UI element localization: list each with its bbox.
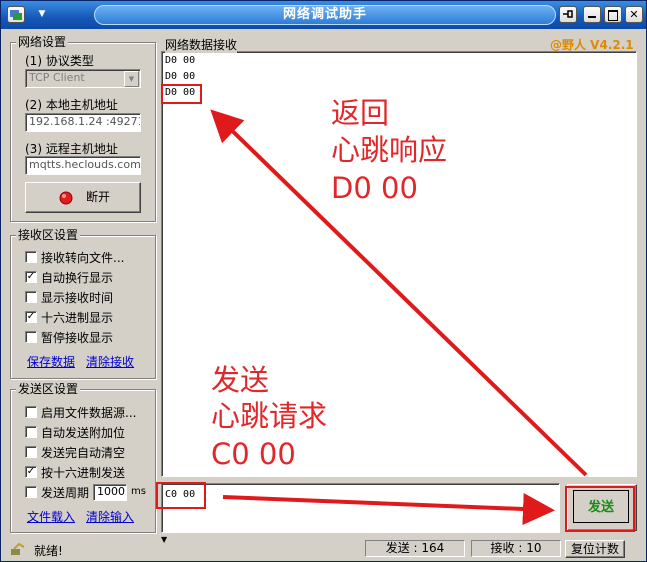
status-bar: 就绪! 发送 : 164 接收 : 10 复位计数 [1,537,646,561]
sent-count: 发送 : 164 [365,540,465,557]
recv-count: 接收 : 10 [471,540,561,557]
annotation-arrows [210,109,588,526]
arrow-to-send-button [222,493,555,526]
status-icon [11,542,25,555]
reset-count-button[interactable]: 复位计数 [565,540,625,558]
sent-count-text: 发送 : 164 [385,541,445,555]
annotation-bottom-line1: 发送 [211,363,270,397]
annotation-bottom-line2: 心跳请求 [211,399,328,433]
annotation-top-line3: D0 00 [331,171,418,205]
receive-area-title: 网络数据接收 [165,36,238,53]
annotation-top-line1: 返回 [331,96,390,130]
main-window: ▼ 网络调试助手 ✕ 网络设置 (1) 协议类型 TCP Client ▼ (2… [0,0,647,562]
status-ready: 就绪! [34,544,63,558]
recv-count-text: 接收 : 10 [490,541,542,555]
annotation-top-line2: 心跳响应 [331,133,448,167]
annotation-bottom-line3: C0 00 [211,437,296,471]
